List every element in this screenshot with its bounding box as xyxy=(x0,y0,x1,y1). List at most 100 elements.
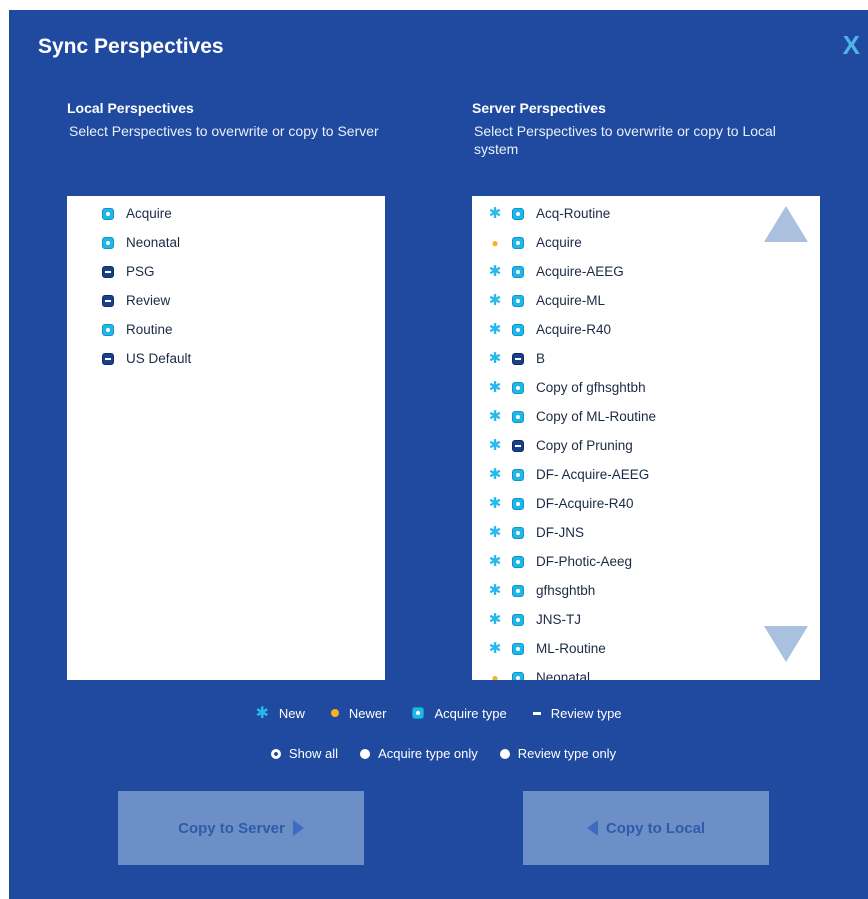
local-perspectives-list[interactable]: Acquire Neonatal PSG Review Routine US Defaul… xyxy=(67,196,385,680)
new-asterisk-icon: ✱ xyxy=(488,495,502,512)
server-item-label: DF-Acquire-R40 xyxy=(536,496,634,511)
acquire-type-icon xyxy=(512,410,524,423)
newer-dot-icon: ● xyxy=(491,235,499,250)
server-panel-title: Server Perspectives xyxy=(472,100,606,116)
server-item-label: Acquire-ML xyxy=(536,293,606,308)
new-asterisk-icon: ✱ xyxy=(488,379,502,396)
new-asterisk-icon: ✱ xyxy=(488,321,502,338)
server-perspectives-list[interactable]: ✱ Acq-Routine ● Acquire ✱ Acquire-AEEG ✱ Acquir… xyxy=(472,196,820,680)
review-type-icon xyxy=(102,294,114,307)
legend-new: ✱ New xyxy=(255,703,304,723)
new-asterisk-icon: ✱ xyxy=(488,524,502,541)
local-list-item[interactable]: Routine xyxy=(67,315,385,344)
local-list-item[interactable]: PSG xyxy=(67,257,385,286)
server-list-item[interactable]: ✱ DF-Acquire-R40 xyxy=(472,489,820,518)
filter-acquire-only-label: Acquire type only xyxy=(378,746,478,761)
filter-radio-group: Show all Acquire type only Review type o… xyxy=(9,746,868,761)
arrow-right-icon xyxy=(292,820,304,836)
radio-icon[interactable] xyxy=(499,748,510,759)
copy-to-local-label: Copy to Local xyxy=(605,819,706,837)
new-asterisk-icon: ✱ xyxy=(488,553,502,570)
acquire-type-icon xyxy=(512,613,524,626)
server-item-label: Copy of gfhsghtbh xyxy=(536,380,646,395)
radio-selected-icon[interactable] xyxy=(270,748,281,759)
local-item-label: Review xyxy=(126,293,171,308)
server-list-item[interactable]: ✱ Copy of ML-Routine xyxy=(472,402,820,431)
local-panel-description: Select Perspectives to overwrite or copy… xyxy=(69,123,379,139)
server-panel-description: Select Perspectives to overwrite or copy… xyxy=(474,123,776,157)
server-item-label: Copy of Pruning xyxy=(536,438,633,453)
review-type-icon xyxy=(512,439,524,452)
copy-to-local-button[interactable]: Copy to Local xyxy=(523,791,769,865)
local-perspectives-panel: Local Perspectives Select Perspectives t… xyxy=(67,100,417,680)
legend-new-label: New xyxy=(278,705,305,721)
acquire-type-icon xyxy=(512,381,524,394)
server-perspectives-panel: Server Perspectives Select Perspectives … xyxy=(472,100,822,680)
acquire-type-icon xyxy=(512,236,524,249)
filter-acquire-only[interactable]: Acquire type only xyxy=(360,746,478,761)
server-list-item[interactable]: ✱ Copy of Pruning xyxy=(472,431,820,460)
local-list-item[interactable]: Review xyxy=(67,286,385,315)
server-list-item[interactable]: ✱ Acquire-R40 xyxy=(472,315,820,344)
server-item-label: Acquire-R40 xyxy=(536,322,612,337)
acquire-type-icon xyxy=(512,555,524,568)
review-type-icon xyxy=(532,711,541,715)
server-list-item[interactable]: ● Neonatal xyxy=(472,663,820,680)
new-asterisk-icon: ✱ xyxy=(488,437,502,454)
scroll-up-arrow-icon[interactable] xyxy=(764,206,808,242)
dialog-title: Sync Perspectives xyxy=(38,35,224,58)
server-item-label: JNS-TJ xyxy=(536,612,581,627)
local-list-item[interactable]: US Default xyxy=(67,344,385,373)
close-button[interactable]: X xyxy=(843,30,860,61)
legend-acquire-label: Acquire type xyxy=(434,705,507,721)
new-asterisk-icon: ✱ xyxy=(488,408,502,425)
acquire-type-icon xyxy=(512,468,524,481)
new-asterisk-icon: ✱ xyxy=(488,582,502,599)
acquire-type-icon xyxy=(512,323,524,336)
local-list-item[interactable]: Neonatal xyxy=(67,228,385,257)
server-list-item[interactable]: ✱ gfhsghtbh xyxy=(472,576,820,605)
acquire-type-icon xyxy=(102,323,114,336)
radio-icon[interactable] xyxy=(360,748,371,759)
server-list-item[interactable]: ✱ B xyxy=(472,344,820,373)
server-item-label: DF- Acquire-AEEG xyxy=(536,467,650,482)
legend-review-label: Review type xyxy=(550,705,622,721)
new-asterisk-icon: ✱ xyxy=(488,292,502,309)
local-list-item[interactable]: Acquire xyxy=(67,199,385,228)
review-type-icon xyxy=(512,352,524,365)
server-list-item[interactable]: ✱ Copy of gfhsghtbh xyxy=(472,373,820,402)
local-item-label: US Default xyxy=(126,351,192,366)
server-list-item[interactable]: ✱ Acquire-ML xyxy=(472,286,820,315)
acquire-type-icon xyxy=(102,236,114,249)
server-item-label: gfhsghtbh xyxy=(536,583,596,598)
review-type-icon xyxy=(102,265,114,278)
local-item-label: Routine xyxy=(126,322,173,337)
new-asterisk-icon: ✱ xyxy=(488,205,502,222)
server-list-item[interactable]: ✱ DF- Acquire-AEEG xyxy=(472,460,820,489)
acquire-type-icon xyxy=(512,497,524,510)
server-list-item[interactable]: ✱ Acquire-AEEG xyxy=(472,257,820,286)
scroll-down-arrow-icon[interactable] xyxy=(764,626,808,662)
legend-newer-label: Newer xyxy=(348,705,387,721)
copy-to-server-label: Copy to Server xyxy=(178,819,285,837)
filter-review-only[interactable]: Review type only xyxy=(499,746,616,761)
server-item-label: ML-Routine xyxy=(536,641,606,656)
acquire-type-icon xyxy=(512,526,524,539)
filter-show-all[interactable]: Show all xyxy=(270,746,338,761)
server-list-item[interactable]: ✱ DF-Photic-Aeeg xyxy=(472,547,820,576)
copy-to-server-button[interactable]: Copy to Server xyxy=(118,791,364,865)
server-item-label: Neonatal xyxy=(536,670,591,680)
new-asterisk-icon: ✱ xyxy=(488,263,502,280)
new-asterisk-icon: ✱ xyxy=(488,640,502,657)
newer-dot-icon: ● xyxy=(491,670,499,681)
server-list-item[interactable]: ✱ DF-JNS xyxy=(472,518,820,547)
sync-perspectives-dialog: Sync Perspectives X Local Perspectives S… xyxy=(9,10,868,899)
legend-newer: Newer xyxy=(330,703,387,723)
server-item-label: Acq-Routine xyxy=(536,206,611,221)
server-item-label: DF-Photic-Aeeg xyxy=(536,554,633,569)
acquire-type-icon xyxy=(512,265,524,278)
local-item-label: Neonatal xyxy=(126,235,181,250)
new-asterisk-icon: ✱ xyxy=(488,466,502,483)
acquire-type-icon xyxy=(102,207,114,220)
acquire-type-icon xyxy=(512,207,524,220)
